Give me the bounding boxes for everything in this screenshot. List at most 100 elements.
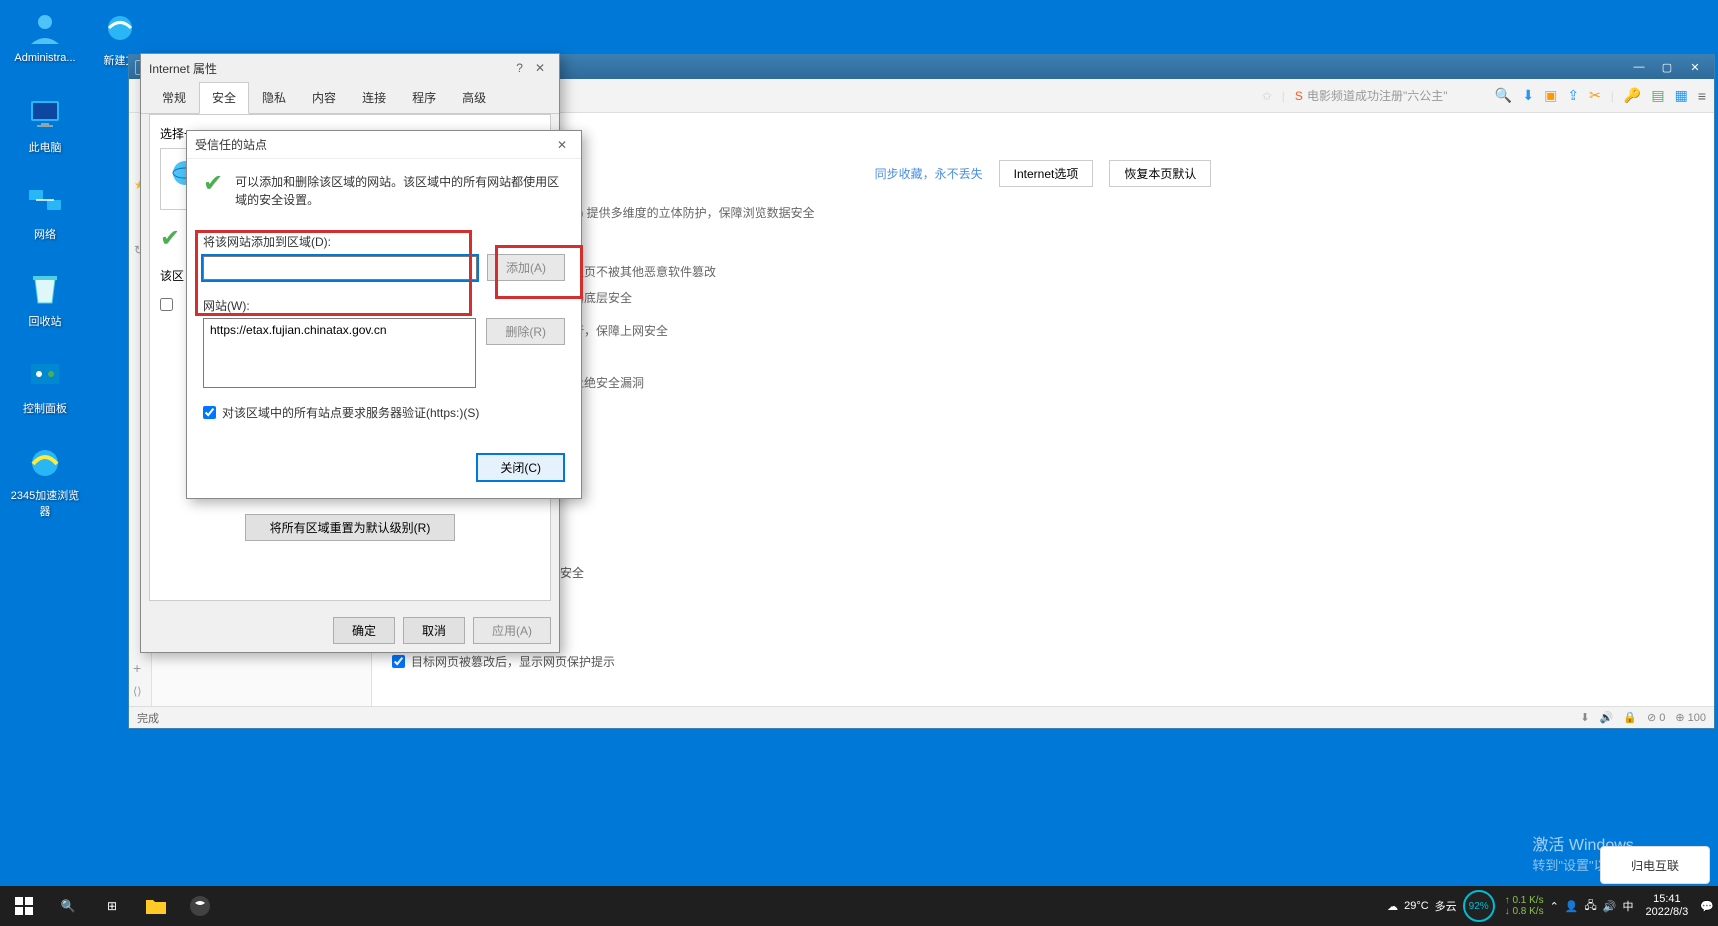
ie-accel-icon <box>25 443 65 483</box>
scissors-icon[interactable]: ✂ <box>1589 87 1601 104</box>
label: 网络 <box>10 226 80 242</box>
monitor-icon <box>25 95 65 135</box>
add-site-input[interactable] <box>203 256 477 280</box>
tab-programs[interactable]: 程序 <box>399 82 449 113</box>
notifications-icon[interactable]: 💬 <box>1700 900 1714 913</box>
search-taskbar-icon[interactable]: 🔍 <box>48 886 88 926</box>
network-tray-icon[interactable]: 🖧 <box>1585 897 1597 916</box>
desktop-icon-administrator[interactable]: Administra... <box>10 8 80 64</box>
adblock-count-icon[interactable]: ⊘ 0 <box>1647 711 1665 724</box>
dialog-description: 可以添加和删除该区域的网站。该区域中的所有网站都使用区域的安全设置。 <box>235 173 565 209</box>
settings-text: 监控 (通行证、收藏、表单、皮肤等) 提供多维度的立体防护，保障浏览数据安全 <box>392 203 1694 223</box>
require-https-checkbox[interactable] <box>203 406 216 419</box>
dialog-body: ✔ 可以添加和删除该区域的网站。该区域中的所有网站都使用区域的安全设置。 将该网… <box>187 159 581 498</box>
desktop-icon-control-panel[interactable]: 控制面板 <box>10 356 80 416</box>
help-button[interactable]: ? <box>510 61 529 75</box>
people-icon[interactable]: 👤 <box>1565 900 1579 913</box>
add-tab-button[interactable]: + <box>133 660 141 676</box>
network-speed: ↑ 0.1 K/s ↓ 0.8 K/s <box>1505 895 1544 917</box>
label: 此电脑 <box>10 139 80 155</box>
desktop-icon-this-pc[interactable]: 此电脑 <box>10 95 80 155</box>
download-speed: ↓ 0.8 K/s <box>1505 906 1544 917</box>
start-button[interactable] <box>4 886 44 926</box>
checkbox-enable-protected[interactable] <box>160 298 173 311</box>
close-button[interactable]: ✕ <box>1682 58 1708 76</box>
close-button[interactable]: ✕ <box>551 138 573 152</box>
tab-content[interactable]: 内容 <box>299 82 349 113</box>
browser-statusbar: 完成 ⬇ 🔊 🔒 ⊘ 0 ⊕ 100 <box>129 706 1714 728</box>
lock-status-icon[interactable]: 🔒 <box>1623 711 1637 724</box>
performance-meter[interactable]: 92% <box>1463 890 1495 922</box>
checkmark-icon: ✔ <box>160 224 180 253</box>
share-icon[interactable]: ⇪ <box>1567 87 1579 104</box>
restore-defaults-button[interactable]: 恢复本页默认 <box>1109 160 1211 187</box>
add-button[interactable]: 添加(A) <box>487 254 565 281</box>
tab-security[interactable]: 安全 <box>199 82 249 114</box>
remove-button[interactable]: 删除(R) <box>486 318 565 345</box>
control-panel-icon <box>25 356 65 396</box>
maximize-button[interactable]: ▢ <box>1654 58 1680 76</box>
tab-privacy[interactable]: 隐私 <box>249 82 299 113</box>
weather-temp: 29°C <box>1404 900 1429 912</box>
clock-time: 15:41 <box>1645 893 1688 906</box>
desktop-icon-2345browser[interactable]: 2345加速浏览器 <box>10 443 80 519</box>
menu-icon[interactable]: ≡ <box>1698 88 1706 104</box>
network-icon <box>25 182 65 222</box>
site-entry[interactable]: https://etax.fujian.chinatax.gov.cn <box>210 323 469 337</box>
trash-icon <box>25 269 65 309</box>
internet-options-button[interactable]: Internet选项 <box>999 160 1094 187</box>
download-status-icon[interactable]: ⬇ <box>1580 711 1589 724</box>
notes-icon[interactable]: ▤ <box>1651 87 1664 104</box>
dialog-title-text: Internet 属性 <box>149 60 217 77</box>
sites-listbox[interactable]: https://etax.fujian.chinatax.gov.cn <box>203 318 476 388</box>
search-box[interactable]: S 电影频道成功注册"六公主" <box>1295 87 1485 104</box>
tab-connections[interactable]: 连接 <box>349 82 399 113</box>
websites-label: 网站(W): <box>203 297 565 314</box>
settings-text: 程序，防止其危害浏览器的正常运行，保障上网安全 <box>392 321 1694 341</box>
minimize-button[interactable]: — <box>1626 58 1652 76</box>
sync-favorites-link[interactable]: 同步收藏，永不丢失 <box>875 165 983 182</box>
dialog-title-text: 受信任的站点 <box>195 136 267 153</box>
cancel-button[interactable]: 取消 <box>403 617 465 644</box>
sogou-browser-taskbar-icon[interactable] <box>180 886 220 926</box>
apply-button[interactable]: 应用(A) <box>473 617 551 644</box>
taskbar-clock[interactable]: 15:41 2022/8/3 <box>1639 893 1694 919</box>
checkmark-icon: ✔ <box>203 169 223 198</box>
task-view-icon[interactable]: ⊞ <box>92 886 132 926</box>
desktop-icon-network[interactable]: 网络 <box>10 182 80 242</box>
file-explorer-icon[interactable] <box>136 886 176 926</box>
require-https-label: 对该区域中的所有站点要求服务器验证(https:)(S) <box>222 404 479 421</box>
clock-date: 2022/8/3 <box>1645 906 1688 919</box>
tray-chevron-icon[interactable]: ⌃ <box>1550 900 1559 913</box>
collapse-sidebar-icon[interactable]: ⟨⟩ <box>133 685 142 698</box>
weather-icon[interactable]: ☁ <box>1387 900 1398 913</box>
ok-button[interactable]: 确定 <box>333 617 395 644</box>
reset-all-zones-button[interactable]: 将所有区域重置为默认级别(R) <box>245 514 455 541</box>
calendar-icon[interactable]: ▦ <box>1675 87 1688 104</box>
close-button[interactable]: ✕ <box>529 61 551 75</box>
settings-text: 目标网页被篡改后，显示网页保护提示 <box>411 653 615 670</box>
zoom-indicator[interactable]: ⊕ 100 <box>1675 711 1706 724</box>
settings-text: 主流内存威胁防御体系，保障浏览器底层安全 <box>392 288 1694 308</box>
ime-indicator[interactable]: 中 <box>1622 898 1633 914</box>
dialog-tabs: 常规 安全 隐私 内容 连接 程序 高级 <box>141 82 559 114</box>
download-icon[interactable]: ⬇ <box>1522 87 1534 104</box>
search-placeholder: 电影频道成功注册"六公主" <box>1307 87 1448 104</box>
video-icon[interactable]: ▣ <box>1544 87 1557 104</box>
desktop-icon-recycle-bin[interactable]: 回收站 <box>10 269 80 329</box>
search-icon[interactable]: 🔍 <box>1495 87 1512 104</box>
volume-tray-icon[interactable]: 🔊 <box>1603 900 1617 913</box>
tab-advanced[interactable]: 高级 <box>449 82 499 113</box>
corner-brand-logo: 归电互联 <box>1600 846 1710 884</box>
upload-speed: ↑ 0.1 K/s <box>1505 895 1544 906</box>
favorites-star-icon[interactable]: ✩ <box>1262 89 1272 103</box>
sound-status-icon[interactable]: 🔊 <box>1600 711 1614 724</box>
sogou-search-icon: S <box>1295 89 1303 103</box>
tab-general[interactable]: 常规 <box>149 82 199 113</box>
dialog-titlebar[interactable]: Internet 属性 ? ✕ <box>141 54 559 82</box>
logo-text: 归电互联 <box>1631 857 1679 874</box>
key-icon[interactable]: 🔑 <box>1624 87 1641 104</box>
dialog-titlebar[interactable]: 受信任的站点 ✕ <box>187 131 581 159</box>
close-dialog-button[interactable]: 关闭(C) <box>476 453 565 482</box>
checkbox-page-modified[interactable] <box>392 655 405 668</box>
